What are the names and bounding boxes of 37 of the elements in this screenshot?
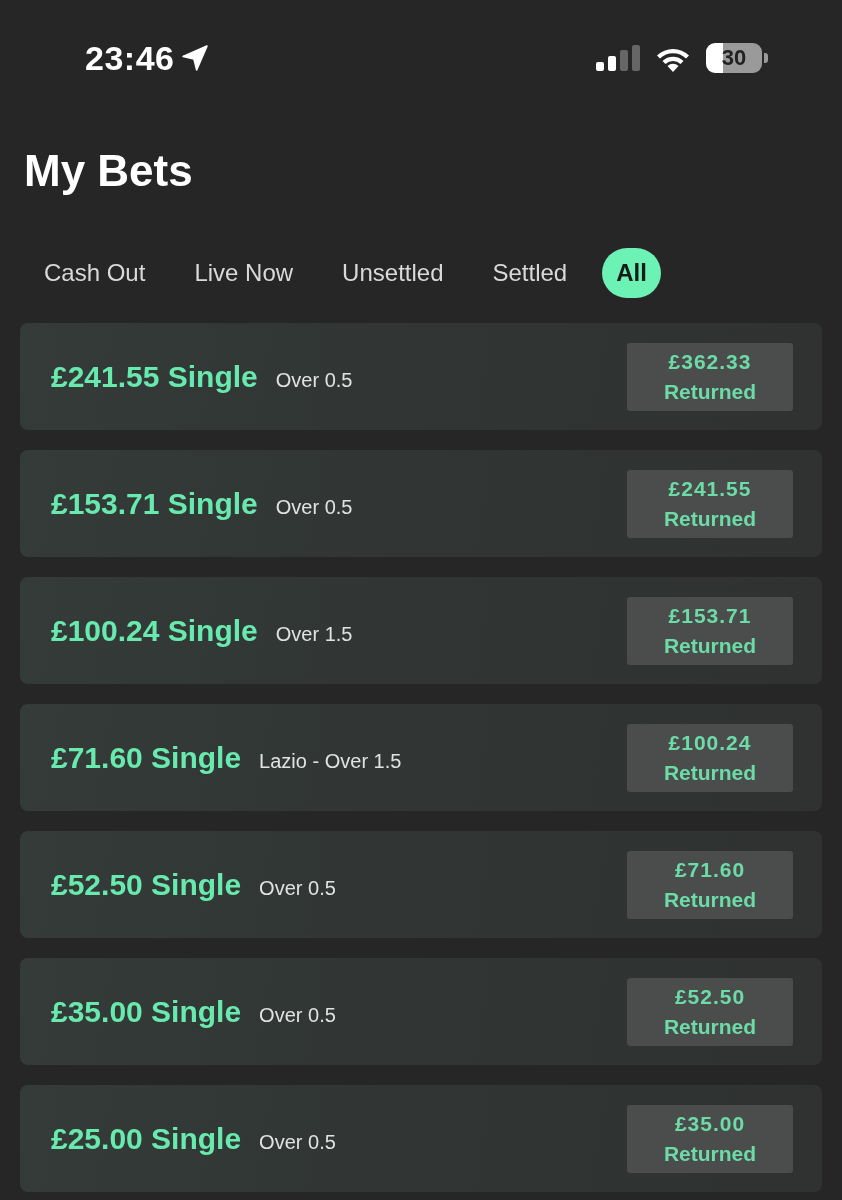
bet-stake: £100.24 Single <box>51 613 258 649</box>
bet-selection: Over 0.5 <box>259 1003 336 1028</box>
bet-card[interactable]: £52.50 Single Over 0.5 £71.60 Returned <box>20 831 822 938</box>
bet-stake: £52.50 Single <box>51 867 242 903</box>
page-title: My Bets <box>24 145 194 197</box>
bet-stake: £25.00 Single <box>51 1121 242 1157</box>
filter-tab[interactable]: Live Now <box>180 248 308 298</box>
bet-card[interactable]: £153.71 Single Over 0.5 £241.55 Returned <box>20 450 822 557</box>
bet-card[interactable]: £100.24 Single Over 1.5 £153.71 Returned <box>20 577 822 684</box>
signal-bars-icon <box>596 45 640 71</box>
bet-selection: Over 0.5 <box>275 368 353 393</box>
return-badge: £35.00 Returned <box>627 1104 793 1173</box>
bet-selection: Over 1.5 <box>275 622 353 647</box>
bet-card[interactable]: £71.60 Single Lazio - Over 1.5 £100.24 Returned <box>20 704 822 811</box>
bet-selection: Over 0.5 <box>259 876 336 901</box>
bet-selection: Lazio - Over 1.5 <box>259 749 402 774</box>
bet-selection: Over 0.5 <box>259 1130 336 1155</box>
location-arrow-icon <box>182 45 209 71</box>
return-badge: £100.24 Returned <box>627 723 793 792</box>
bet-stake: £153.71 Single <box>51 486 258 522</box>
bet-stake: £241.55 Single <box>51 359 258 395</box>
return-badge: £362.33 Returned <box>627 342 793 411</box>
filter-tab[interactable]: All <box>602 248 661 298</box>
filter-tab[interactable]: Cash Out <box>30 248 160 298</box>
bet-card[interactable]: £25.00 Single Over 0.5 £35.00 Returned <box>20 1085 822 1192</box>
bet-card[interactable]: £241.55 Single Over 0.5 £362.33 Returned <box>20 323 822 430</box>
filter-tab[interactable]: Settled <box>478 248 582 298</box>
bet-selection: Over 0.5 <box>275 495 353 520</box>
bet-card[interactable]: £35.00 Single Over 0.5 £52.50 Returned <box>20 958 822 1065</box>
return-badge: £52.50 Returned <box>627 977 793 1046</box>
bet-stake: £71.60 Single <box>51 740 242 776</box>
status-time: 23:46 <box>85 41 175 75</box>
return-badge: £241.55 Returned <box>627 469 793 538</box>
return-badge: £153.71 Returned <box>627 596 793 665</box>
bet-stake: £35.00 Single <box>51 994 242 1030</box>
filter-tab[interactable]: Unsettled <box>328 248 458 298</box>
return-badge: £71.60 Returned <box>627 850 793 919</box>
